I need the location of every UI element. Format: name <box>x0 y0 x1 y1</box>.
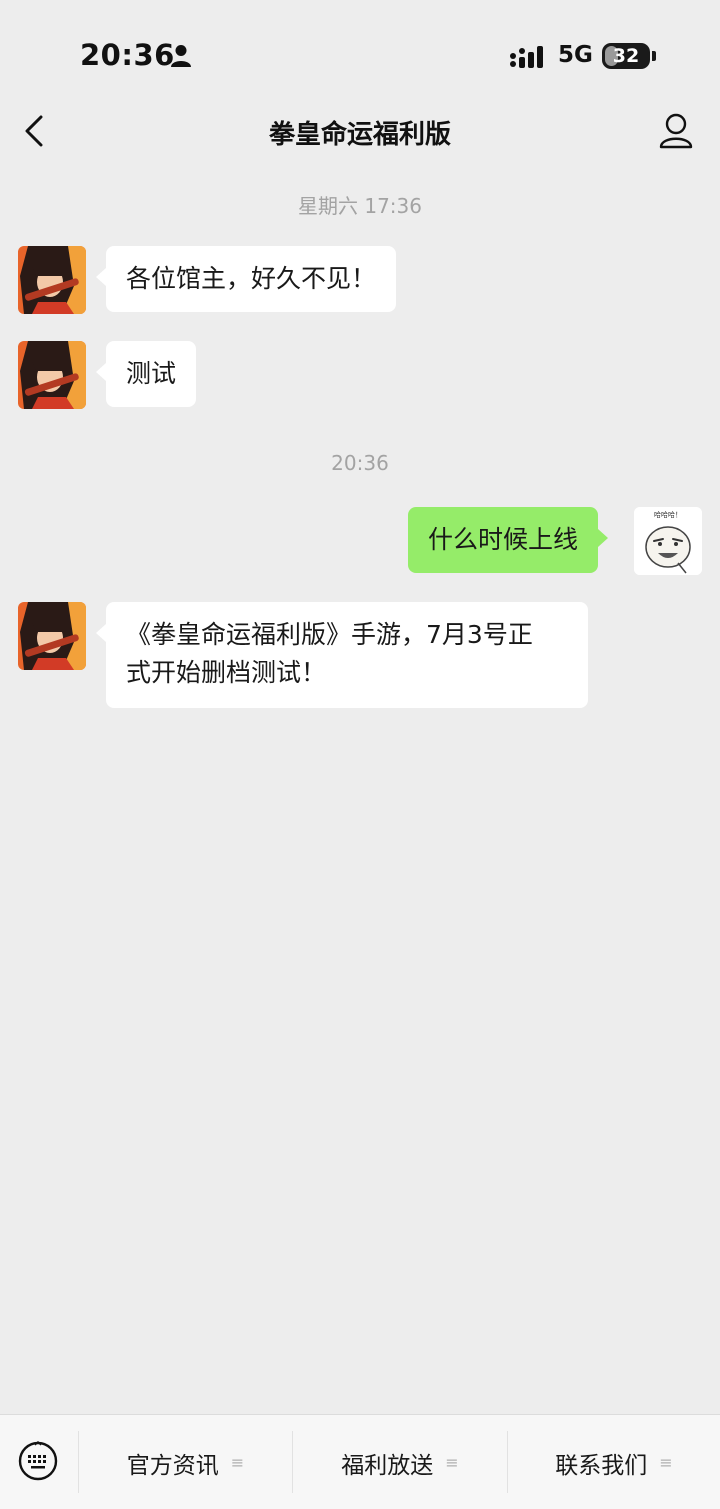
message-bubble-incoming[interactable]: 《拳皇命运福利版》手游，7月3号正 式开始删档测试！ <box>96 602 588 708</box>
signal-icon <box>510 46 543 68</box>
message-bubble-outgoing[interactable]: 什么时候上线 <box>408 507 609 573</box>
battery-percent: 32 <box>612 45 640 67</box>
hamburger-icon: ≡ <box>659 1453 673 1472</box>
avatar[interactable] <box>18 341 86 409</box>
avatar-image <box>18 602 86 670</box>
person-icon <box>171 45 191 67</box>
hamburger-icon: ≡ <box>230 1453 245 1472</box>
timestamp: 星期六 17:36 <box>298 194 422 218</box>
svg-text:哈哈哈！: 哈哈哈！ <box>654 510 682 519</box>
keyboard-icon <box>18 1441 58 1481</box>
bottom-menu-bar: 官方资讯 ≡ 福利放送 ≡ 联系我们 ≡ <box>0 1414 720 1509</box>
battery-tip <box>652 51 656 61</box>
menu-item-label: 联系我们 <box>555 1452 648 1479</box>
avatar[interactable] <box>18 246 86 314</box>
avatar-image <box>18 246 86 314</box>
hamburger-icon: ≡ <box>445 1453 459 1472</box>
chat-screen: 20:36 5G 32 拳皇命运福利版 星期六 17:36 各位馆主，好久不见！… <box>0 0 720 1509</box>
keyboard-toggle-button[interactable] <box>0 1415 78 1509</box>
menu-item-label: 福利放送 <box>341 1452 434 1479</box>
nav-bar: 拳皇命运福利版 <box>0 100 720 164</box>
message-line: 《拳皇命运福利版》手游，7月3号正 <box>126 620 533 649</box>
menu-item-official-news[interactable]: 官方资讯 ≡ <box>79 1415 292 1509</box>
status-bar: 20:36 5G 32 <box>0 0 720 110</box>
meme-face-icon: 哈哈哈！ <box>634 507 702 575</box>
menu-item-welfare[interactable]: 福利放送 ≡ <box>293 1415 507 1509</box>
menu-item-contact-us[interactable]: 联系我们 ≡ <box>508 1415 720 1509</box>
battery-icon: 32 <box>602 43 650 69</box>
message-bubble-incoming[interactable]: 各位馆主，好久不见！ <box>95 246 397 312</box>
self-avatar[interactable]: 哈哈哈！ <box>634 507 702 575</box>
avatar-image <box>18 341 86 409</box>
profile-icon[interactable] <box>658 112 694 150</box>
timestamp: 20:36 <box>331 451 389 475</box>
avatar[interactable] <box>18 602 86 670</box>
message-bubble-incoming[interactable]: 测试 <box>95 341 197 407</box>
status-time: 20:36 <box>80 38 175 72</box>
network-label: 5G <box>558 42 593 68</box>
menu-item-label: 官方资讯 <box>126 1452 219 1479</box>
message-line: 式开始删档测试！ <box>126 658 327 687</box>
chat-title: 拳皇命运福利版 <box>268 120 451 150</box>
